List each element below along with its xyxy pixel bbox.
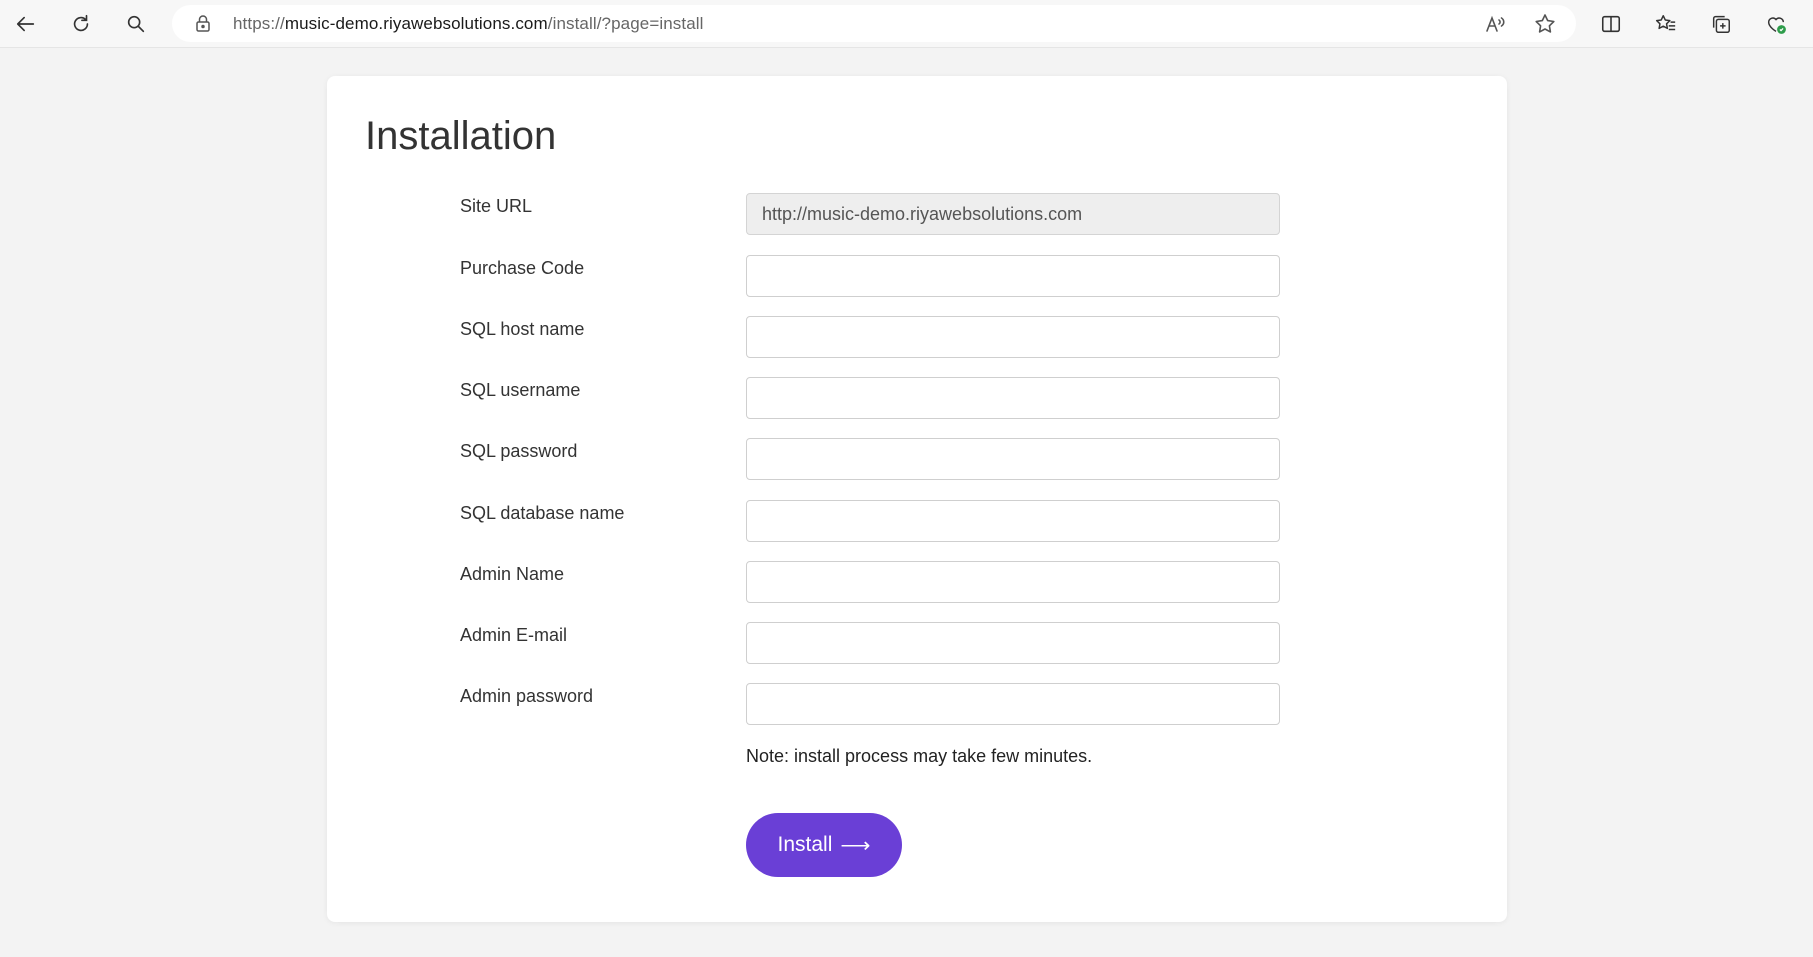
form-row-sql-password: SQL password [327,438,1507,482]
admin-email-input[interactable] [746,622,1280,664]
search-icon[interactable] [120,8,152,40]
admin-email-label: Admin E-mail [460,625,568,645]
site-url-label: Site URL [460,196,533,216]
favorites-icon[interactable] [1650,8,1682,40]
collections-icon[interactable] [1705,8,1737,40]
favorite-star-icon[interactable] [1533,12,1557,36]
purchase-code-input[interactable] [746,255,1280,297]
sql-username-input[interactable] [746,377,1280,419]
sql-database-label: SQL database name [460,503,625,523]
admin-name-input[interactable] [746,561,1280,603]
install-note: Note: install process may take few minut… [746,746,1093,766]
form-row-admin-password: Admin password [327,683,1507,727]
admin-password-label: Admin password [460,686,594,706]
sql-host-label: SQL host name [460,319,585,339]
sql-password-input[interactable] [746,438,1280,480]
form-row-site-url: Site URL [327,193,1507,237]
install-button[interactable]: Install ⟶ [746,813,902,877]
refresh-icon[interactable] [65,8,97,40]
sql-username-label: SQL username [460,380,581,400]
sql-password-label: SQL password [460,441,578,461]
url-prefix: https:// [233,14,285,33]
page-title: Installation [365,114,557,158]
arrow-right-icon: ⟶ [840,833,871,857]
admin-name-label: Admin Name [460,564,565,584]
lock-icon[interactable] [194,14,212,32]
form-row-admin-name: Admin Name [327,561,1507,605]
form-row-sql-database: SQL database name [327,500,1507,544]
url-path: /install/?page=install [547,14,704,33]
install-button-label: Install [777,833,833,856]
install-card: Installation Site URL Purchase Code SQL … [327,76,1507,922]
sql-database-input[interactable] [746,500,1280,542]
form-row-purchase-code: Purchase Code [327,255,1507,299]
browser-toolbar: https://music-demo.riyawebsolutions.com/… [0,0,1813,48]
form-row-sql-username: SQL username [327,377,1507,421]
form-row-admin-email: Admin E-mail [327,622,1507,666]
address-bar[interactable]: https://music-demo.riyawebsolutions.com/… [172,5,1576,42]
sql-host-input[interactable] [746,316,1280,358]
form-row-sql-host: SQL host name [327,316,1507,360]
back-icon[interactable] [10,8,42,40]
split-screen-icon[interactable] [1595,8,1627,40]
browser-essentials-icon[interactable] [1760,8,1792,40]
url-text[interactable]: https://music-demo.riyawebsolutions.com/… [233,14,704,34]
purchase-code-label: Purchase Code [460,258,585,278]
admin-password-input[interactable] [746,683,1280,725]
read-aloud-icon[interactable] [1483,12,1507,36]
url-host: music-demo.riyawebsolutions.com [284,14,548,33]
site-url-input[interactable] [746,193,1280,235]
